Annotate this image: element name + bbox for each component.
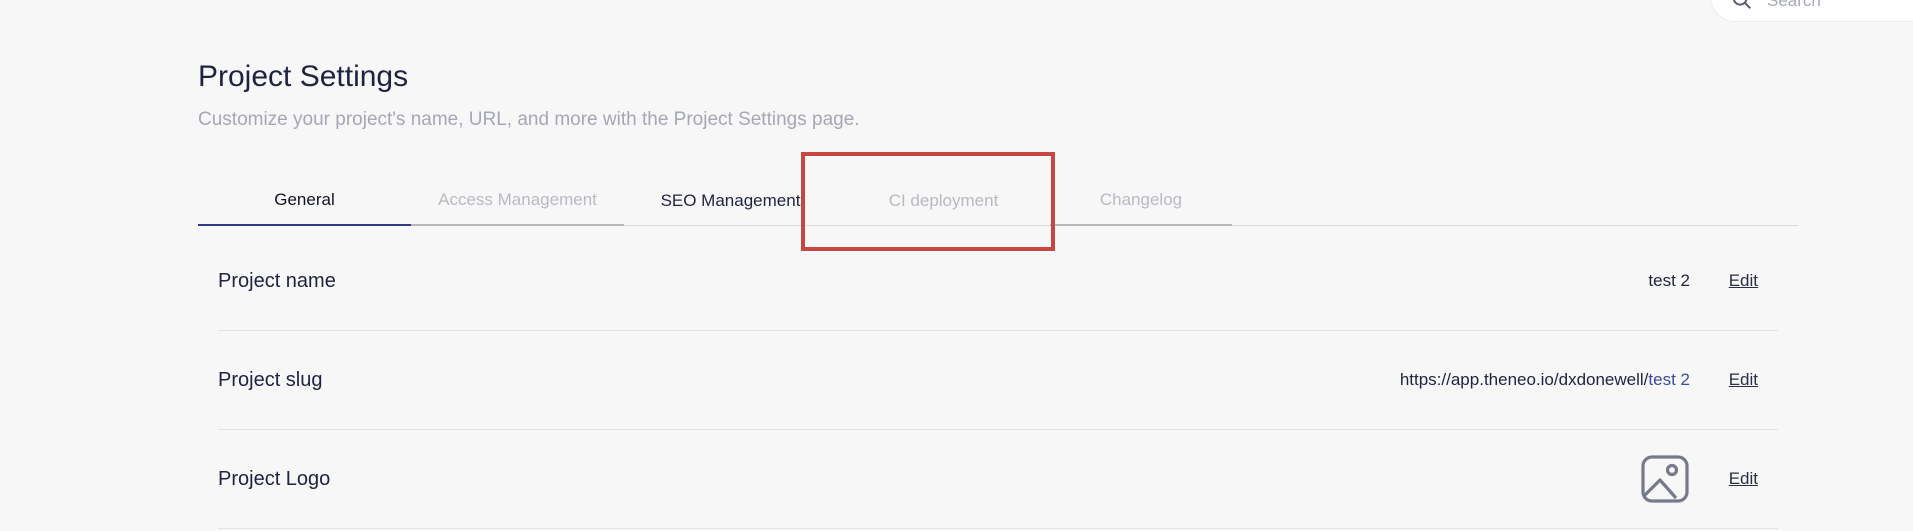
- slug-url-slug: test 2: [1648, 370, 1690, 389]
- settings-tabs: General Access Management SEO Management…: [198, 176, 1798, 226]
- project-name-row: Project name test 2 Edit: [218, 232, 1778, 331]
- page-title: Project Settings: [198, 60, 409, 93]
- search-input[interactable]: [1767, 0, 1907, 11]
- project-logo-label: Project Logo: [218, 467, 331, 490]
- project-slug-value: https://app.theneo.io/dxdonewell/test 2: [1400, 370, 1690, 390]
- project-slug-row: Project slug https://app.theneo.io/dxdon…: [218, 331, 1778, 430]
- search-bar[interactable]: [1710, 0, 1913, 22]
- page-subtitle: Customize your project's name, URL, and …: [198, 109, 860, 130]
- slug-url-prefix: https://app.theneo.io/dxdonewell/: [1399, 370, 1649, 389]
- tab-changelog[interactable]: Changelog: [1050, 176, 1232, 226]
- tab-general[interactable]: General: [198, 176, 411, 226]
- image-placeholder-icon: [1641, 455, 1689, 503]
- search-icon: [1732, 0, 1751, 9]
- edit-project-logo-link[interactable]: Edit: [1729, 469, 1758, 489]
- project-name-label: Project name: [218, 269, 336, 292]
- tab-ci-deployment[interactable]: CI deployment: [837, 176, 1050, 226]
- project-name-value: test 2: [1648, 271, 1690, 290]
- project-logo-row: Project Logo Edit: [218, 430, 1778, 529]
- edit-project-name-link[interactable]: Edit: [1729, 271, 1758, 291]
- edit-project-slug-link[interactable]: Edit: [1729, 370, 1758, 390]
- tab-seo-management[interactable]: SEO Management: [624, 176, 837, 226]
- tab-access-management[interactable]: Access Management: [411, 176, 624, 226]
- project-slug-label: Project slug: [218, 368, 323, 391]
